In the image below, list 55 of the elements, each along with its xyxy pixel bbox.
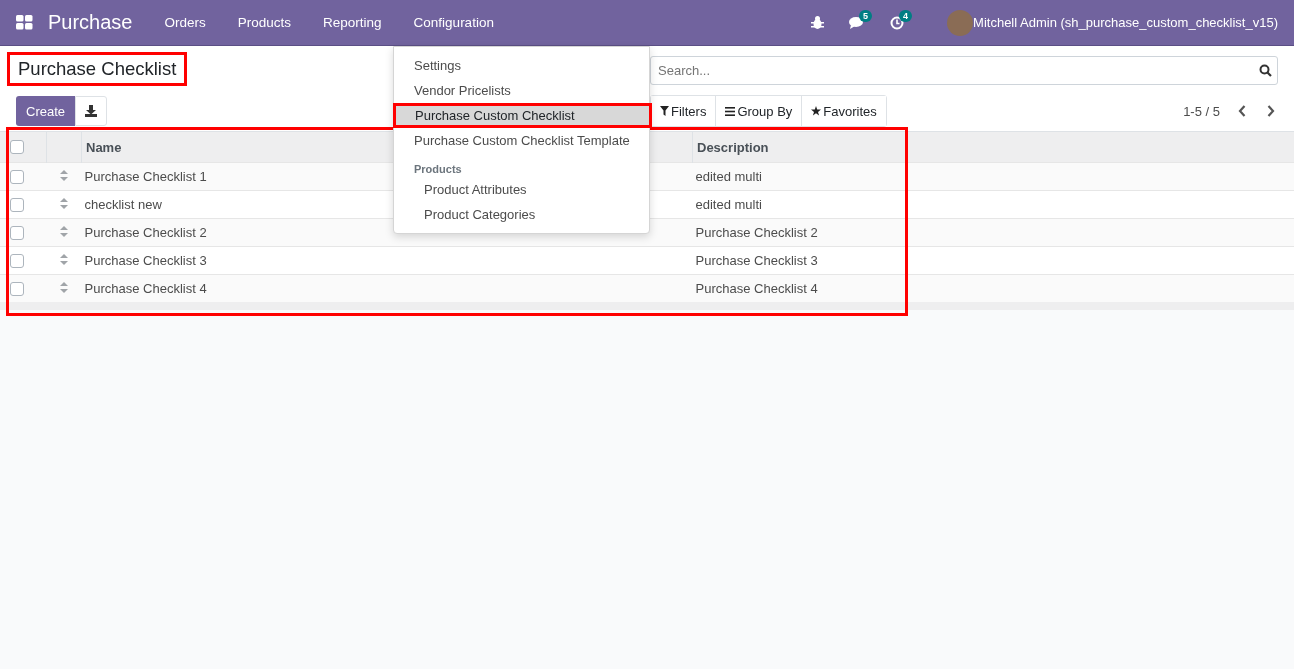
table-cell: Purchase Checklist 3 bbox=[695, 253, 818, 268]
list-icon bbox=[725, 106, 736, 116]
dropdown-item[interactable]: Product Categories bbox=[394, 202, 649, 227]
drag-handle-icon bbox=[60, 254, 68, 265]
menu-item[interactable]: Orders bbox=[148, 0, 222, 46]
table-cell: Purchase Checklist 4 bbox=[695, 281, 818, 296]
column-header[interactable]: Name bbox=[86, 139, 122, 155]
favorites-button[interactable]: Favorites bbox=[801, 96, 886, 126]
row-checkbox[interactable] bbox=[10, 253, 24, 268]
app-name[interactable]: Purchase bbox=[48, 11, 133, 34]
dropdown-item[interactable]: Vendor Pricelists bbox=[394, 78, 649, 103]
dropdown-item[interactable]: Purchase Custom Checklist bbox=[393, 103, 652, 128]
row-checkbox[interactable] bbox=[10, 281, 24, 296]
column-header[interactable]: Description bbox=[697, 139, 769, 155]
pager-value[interactable]: 1-5 / 5 bbox=[1183, 103, 1220, 119]
table-cell: Purchase Checklist 1 bbox=[84, 169, 207, 184]
chevron-left-icon bbox=[1237, 105, 1246, 117]
download-icon bbox=[85, 105, 98, 117]
select-all-checkbox[interactable] bbox=[10, 140, 24, 154]
search-field[interactable]: Search... bbox=[650, 56, 1278, 85]
filter-icon bbox=[660, 106, 669, 116]
table-cell: Purchase Checklist 2 bbox=[84, 225, 207, 240]
menu-item[interactable]: Reporting bbox=[307, 0, 398, 46]
bug-icon bbox=[810, 16, 824, 29]
dropdown-item[interactable]: Purchase Custom Checklist Template bbox=[394, 128, 649, 153]
table-cell: edited multi bbox=[695, 169, 762, 184]
row-checkbox[interactable] bbox=[10, 225, 24, 240]
row-checkbox[interactable] bbox=[10, 169, 24, 184]
download-button[interactable] bbox=[75, 96, 108, 126]
apps-menu-icon[interactable] bbox=[16, 15, 33, 30]
message-count-badge: 5 bbox=[859, 9, 873, 22]
star-icon bbox=[811, 106, 822, 116]
table-cell: Purchase Checklist 3 bbox=[84, 253, 207, 268]
page-title: Purchase Checklist bbox=[7, 51, 188, 86]
table-cell: Purchase Checklist 2 bbox=[695, 225, 818, 240]
menu-section-header: Products bbox=[413, 162, 463, 177]
drag-handle-icon bbox=[60, 198, 68, 209]
dropdown-item[interactable]: Settings bbox=[394, 53, 649, 78]
drag-handle-icon bbox=[60, 226, 68, 237]
activity-count-badge: 4 bbox=[899, 9, 913, 22]
user-name[interactable]: Mitchell Admin (sh_purchase_custom_checklist_v15) bbox=[973, 15, 1278, 30]
search-icon bbox=[1259, 64, 1272, 77]
clock-icon bbox=[890, 15, 905, 30]
menu-item[interactable]: Configuration bbox=[397, 0, 510, 46]
table-cell: edited multi bbox=[695, 197, 762, 212]
row-checkbox[interactable] bbox=[10, 197, 24, 212]
drag-handle-icon bbox=[60, 170, 68, 181]
chevron-right-icon bbox=[1266, 105, 1275, 117]
table-cell: Purchase Checklist 4 bbox=[84, 281, 207, 296]
menu-item[interactable]: Products bbox=[221, 0, 308, 46]
table-cell: checklist new bbox=[84, 197, 162, 212]
drag-handle-icon bbox=[60, 282, 68, 293]
dropdown-item[interactable]: Product Attributes bbox=[394, 177, 649, 202]
create-button[interactable]: Create bbox=[16, 96, 76, 126]
avatar[interactable] bbox=[947, 9, 974, 36]
